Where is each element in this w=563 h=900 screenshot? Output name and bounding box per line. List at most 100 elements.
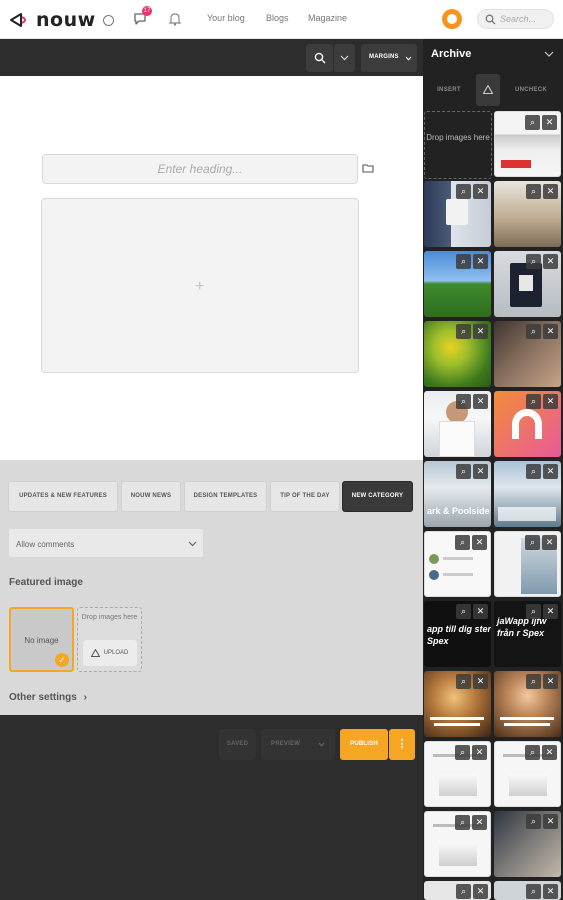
- category-nouw-news[interactable]: NOUW NEWS: [121, 481, 181, 512]
- margins-dropdown[interactable]: MARGINS: [361, 44, 417, 72]
- zoom-icon[interactable]: ⌕: [456, 604, 471, 619]
- archive-thumbnail[interactable]: ⌕ ✕: [494, 391, 561, 457]
- zoom-icon[interactable]: ⌕: [456, 184, 471, 199]
- close-icon[interactable]: ✕: [473, 464, 488, 479]
- close-icon[interactable]: ✕: [542, 535, 557, 550]
- archive-thumbnail[interactable]: ⌕ ✕: [494, 461, 561, 527]
- nav-link-your-blog[interactable]: Your blog: [207, 13, 245, 23]
- zoom-icon[interactable]: ⌕: [526, 394, 541, 409]
- archive-thumbnail[interactable]: ⌕ ✕: [494, 181, 561, 247]
- publish-options-button[interactable]: ⋮: [389, 729, 415, 760]
- insert-button[interactable]: INSERT: [424, 74, 474, 106]
- close-icon[interactable]: ✕: [543, 674, 558, 689]
- image-dropzone[interactable]: Drop images here UPLOAD: [77, 607, 142, 672]
- upload-button[interactable]: UPLOAD: [83, 640, 137, 666]
- new-category-button[interactable]: NEW CATEGORY: [342, 481, 413, 512]
- close-icon[interactable]: ✕: [473, 254, 488, 269]
- archive-thumbnail[interactable]: jaWapp ljfw från r Spex ⌕ ✕: [494, 601, 561, 667]
- featured-image-slot[interactable]: No image ✓: [9, 607, 74, 672]
- close-icon[interactable]: ✕: [472, 815, 487, 830]
- archive-thumbnail[interactable]: app till dig ster Spex ⌕ ✕: [424, 601, 491, 667]
- zoom-icon[interactable]: ⌕: [526, 604, 541, 619]
- close-icon[interactable]: ✕: [543, 884, 558, 899]
- publish-button[interactable]: PUBLISH: [340, 729, 388, 760]
- close-icon[interactable]: ✕: [543, 604, 558, 619]
- category-updates-new-features[interactable]: UPDATES & NEW FEATURES: [8, 481, 118, 512]
- close-icon[interactable]: ✕: [543, 254, 558, 269]
- zoom-icon[interactable]: ⌕: [526, 254, 541, 269]
- nav-link-blogs[interactable]: Blogs: [266, 13, 289, 23]
- category-tip-of-the-day[interactable]: TIP OF THE DAY: [270, 481, 340, 512]
- zoom-icon[interactable]: ⌕: [526, 884, 541, 899]
- archive-thumbnail[interactable]: ⌕ ✕: [494, 111, 561, 177]
- archive-thumbnail[interactable]: ⌕ ✕: [494, 671, 561, 737]
- archive-thumbnail[interactable]: ⌕ ✕: [424, 531, 491, 597]
- globe-icon[interactable]: [102, 14, 114, 26]
- uncheck-button[interactable]: UNCHECK: [503, 74, 559, 106]
- zoom-icon[interactable]: ⌕: [526, 184, 541, 199]
- bell-icon[interactable]: [167, 11, 183, 27]
- zoom-icon[interactable]: ⌕: [455, 815, 470, 830]
- zoom-icon[interactable]: ⌕: [456, 324, 471, 339]
- zoom-icon[interactable]: ⌕: [525, 115, 540, 130]
- close-icon[interactable]: ✕: [542, 745, 557, 760]
- zoom-icon[interactable]: ⌕: [455, 535, 470, 550]
- archive-thumbnail[interactable]: ⌕ ✕: [494, 881, 561, 900]
- user-avatar[interactable]: [442, 9, 462, 29]
- preview-button[interactable]: PREVIEW: [261, 729, 335, 760]
- close-icon[interactable]: ✕: [473, 674, 488, 689]
- chevron-down-icon[interactable]: [544, 51, 554, 57]
- zoom-icon[interactable]: ⌕: [526, 814, 541, 829]
- close-icon[interactable]: ✕: [473, 604, 488, 619]
- close-icon[interactable]: ✕: [543, 394, 558, 409]
- zoom-icon[interactable]: ⌕: [526, 464, 541, 479]
- zoom-icon[interactable]: ⌕: [526, 324, 541, 339]
- archive-thumbnail[interactable]: ⌕ ✕: [494, 741, 561, 807]
- archive-thumbnail[interactable]: ⌕ ✕: [494, 321, 561, 387]
- zoom-icon[interactable]: ⌕: [525, 745, 540, 760]
- zoom-icon[interactable]: ⌕: [456, 884, 471, 899]
- archive-thumbnail[interactable]: ⌕ ✕: [424, 741, 491, 807]
- archive-thumbnail[interactable]: ⌕ ✕: [494, 811, 561, 877]
- search-box[interactable]: Search...: [477, 9, 554, 29]
- close-icon[interactable]: ✕: [473, 394, 488, 409]
- close-icon[interactable]: ✕: [472, 535, 487, 550]
- other-settings-link[interactable]: Other settings ›: [9, 692, 87, 703]
- archive-thumbnail[interactable]: ⌕ ✕: [494, 531, 561, 597]
- close-icon[interactable]: ✕: [543, 184, 558, 199]
- archive-thumbnail[interactable]: ⌕ ✕: [494, 251, 561, 317]
- close-icon[interactable]: ✕: [473, 324, 488, 339]
- archive-thumbnail[interactable]: ⌕ ✕: [424, 811, 491, 877]
- zoom-icon[interactable]: ⌕: [456, 254, 471, 269]
- close-icon[interactable]: ✕: [543, 324, 558, 339]
- nav-link-magazine[interactable]: Magazine: [308, 13, 347, 23]
- zoom-icon[interactable]: ⌕: [525, 535, 540, 550]
- upload-archive-button[interactable]: [476, 74, 500, 106]
- close-icon[interactable]: ✕: [543, 814, 558, 829]
- content-block[interactable]: +: [41, 198, 359, 373]
- close-icon[interactable]: ✕: [472, 745, 487, 760]
- archive-thumbnail[interactable]: ⌕ ✕: [424, 391, 491, 457]
- comments-select[interactable]: Allow comments: [8, 528, 204, 558]
- zoom-icon[interactable]: ⌕: [455, 745, 470, 760]
- archive-thumbnail[interactable]: ark & Poolside ⌕ ✕: [424, 461, 491, 527]
- archive-dropzone[interactable]: Drop images here: [424, 111, 492, 179]
- zoom-icon[interactable]: ⌕: [456, 464, 471, 479]
- close-icon[interactable]: ✕: [473, 884, 488, 899]
- close-icon[interactable]: ✕: [473, 184, 488, 199]
- archive-thumbnail[interactable]: ⌕ ✕: [424, 251, 491, 317]
- search-options-button[interactable]: [334, 44, 355, 72]
- archive-thumbnail[interactable]: ⌕ ✕: [424, 181, 491, 247]
- zoom-icon[interactable]: ⌕: [526, 674, 541, 689]
- add-content-icon[interactable]: +: [195, 278, 204, 296]
- archive-thumbnail[interactable]: ⌕ ✕: [424, 671, 491, 737]
- category-design-templates[interactable]: DESIGN TEMPLATES: [184, 481, 267, 512]
- zoom-icon[interactable]: ⌕: [456, 674, 471, 689]
- archive-thumbnail[interactable]: ⌕ ✕: [424, 321, 491, 387]
- nouw-logo[interactable]: nouw: [8, 9, 114, 31]
- close-icon[interactable]: ✕: [542, 115, 557, 130]
- search-button[interactable]: [306, 44, 333, 72]
- folder-icon[interactable]: [362, 163, 374, 173]
- close-icon[interactable]: ✕: [543, 464, 558, 479]
- zoom-icon[interactable]: ⌕: [456, 394, 471, 409]
